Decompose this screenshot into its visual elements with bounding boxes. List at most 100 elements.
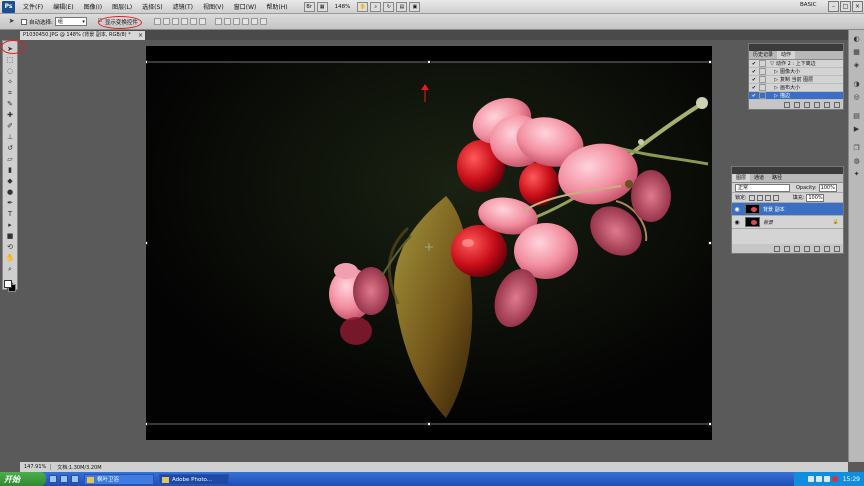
transform-handle-bottom-left[interactable]	[146, 422, 148, 426]
link-layers-icon[interactable]	[774, 245, 780, 252]
align-vcenter-icon[interactable]	[162, 18, 170, 25]
healing-brush-tool-icon[interactable]: ✚	[5, 111, 16, 120]
transform-handle-top-right[interactable]	[708, 60, 712, 64]
align-hcenter-icon[interactable]	[189, 18, 197, 25]
fill-input[interactable]: 100%	[806, 193, 825, 202]
zoom-level-dropdown[interactable]: 148%	[335, 4, 351, 10]
distribute-hcenter-icon[interactable]	[250, 18, 258, 25]
auto-select-dropdown[interactable]: 组	[54, 17, 87, 26]
trash-icon[interactable]	[834, 245, 840, 252]
transform-handle-top-left[interactable]	[146, 60, 148, 64]
menu-select[interactable]: 选择(S)	[137, 2, 168, 11]
hand-tool-icon[interactable]: ✋	[357, 1, 369, 12]
expand-triangle-icon[interactable]: ▽	[768, 61, 776, 67]
action-toggle-check[interactable]: ✔	[749, 77, 759, 83]
lock-transparency-icon[interactable]	[748, 194, 755, 201]
expand-triangle-icon[interactable]: ▷	[772, 69, 780, 75]
expand-triangle-icon[interactable]: ▷	[772, 93, 780, 99]
layer-mask-icon[interactable]	[794, 245, 800, 252]
shape-tool-icon[interactable]: ■	[5, 232, 16, 241]
action-toggle-check[interactable]: ✔	[749, 85, 759, 91]
layers-panel-icon[interactable]: ❐	[852, 144, 861, 153]
distribute-right-icon[interactable]	[259, 18, 267, 25]
status-document-size[interactable]: 文档:1.30M/3.20M	[51, 464, 107, 471]
taskbar-item-photoshop[interactable]: Adobe Photo...	[159, 473, 229, 485]
foreground-color-swatch[interactable]	[4, 280, 12, 288]
folder-icon[interactable]	[71, 475, 79, 483]
show-desktop-icon[interactable]	[49, 475, 57, 483]
new-set-icon[interactable]	[814, 101, 820, 108]
rotate-view-icon[interactable]: ↻	[383, 1, 395, 12]
type-tool-icon[interactable]: T	[5, 210, 16, 219]
history-panel-icon[interactable]: ▤	[852, 112, 861, 121]
lock-pixels-icon[interactable]	[756, 194, 763, 201]
transform-handle-bottom-right[interactable]	[708, 422, 712, 426]
menu-edit[interactable]: 编辑(E)	[48, 2, 78, 11]
styles-panel-icon[interactable]: ◈	[852, 61, 861, 70]
pen-tool-icon[interactable]: ✒	[5, 199, 16, 208]
tab-close-icon[interactable]: ×	[138, 31, 143, 40]
distribute-top-icon[interactable]	[214, 18, 222, 25]
action-row[interactable]: ✔ ▷ 复制 当前 图层	[749, 76, 843, 84]
move-tool-preset-icon[interactable]: ➤	[6, 17, 17, 26]
screen-mode-icon[interactable]: ▣	[409, 1, 421, 12]
taskbar-item-folder[interactable]: 枫叶卫浴	[84, 473, 154, 485]
crop-tool-icon[interactable]: ⌗	[5, 89, 16, 98]
workspace-switcher[interactable]: BASIC	[800, 2, 817, 8]
tab-channels[interactable]: 通道	[750, 174, 768, 182]
path-selection-tool-icon[interactable]: ▸	[5, 221, 16, 230]
tab-actions[interactable]: 动作	[777, 51, 796, 59]
transform-handle-bottom-center[interactable]	[427, 422, 431, 426]
auto-select-checkbox[interactable]	[21, 18, 27, 25]
action-toggle-check[interactable]: ✔	[749, 93, 759, 99]
adjustment-layer-icon[interactable]	[804, 245, 810, 252]
new-layer-icon[interactable]	[824, 245, 830, 252]
eraser-tool-icon[interactable]: ▱	[5, 155, 16, 164]
start-button[interactable]: 开始	[0, 472, 46, 486]
new-group-icon[interactable]	[814, 245, 820, 252]
bridge-icon[interactable]: Br	[303, 1, 315, 12]
swatches-panel-icon[interactable]: ▦	[852, 48, 861, 57]
action-dialog-toggle[interactable]	[759, 60, 766, 67]
action-toggle-check[interactable]: ✔	[749, 69, 759, 75]
transform-handle-middle-left[interactable]	[146, 241, 148, 245]
panel-header[interactable]	[749, 44, 843, 51]
minimize-icon[interactable]: –	[828, 1, 839, 12]
dodge-tool-icon[interactable]: ●	[5, 188, 16, 197]
network-icon[interactable]	[807, 476, 814, 482]
layer-row-selected[interactable]: ◉ 背景 副本	[732, 203, 843, 216]
action-row[interactable]: ✔ ▷ 画布大小	[749, 84, 843, 92]
masks-panel-icon[interactable]: ◎	[852, 93, 861, 102]
document-tab[interactable]: P1030450.JPG @ 148% (背景 副本, RGB/8) * ×	[20, 31, 145, 40]
new-action-icon[interactable]	[824, 101, 830, 108]
panel-header[interactable]	[732, 167, 843, 174]
magic-wand-tool-icon[interactable]: ✧	[5, 78, 16, 87]
blend-mode-dropdown[interactable]: 正常	[735, 183, 790, 192]
marquee-tool-icon[interactable]: ⬚	[5, 56, 16, 65]
transform-handle-top-center[interactable]	[427, 60, 431, 64]
action-toggle-check[interactable]: ✔	[749, 61, 759, 67]
action-row-selected[interactable]: ✔ ▷ 描边	[749, 92, 843, 100]
hand-tool-icon[interactable]: ✋	[5, 254, 16, 263]
menu-help[interactable]: 帮助(H)	[261, 2, 292, 11]
menu-filter[interactable]: 滤镜(T)	[168, 2, 198, 11]
distribute-left-icon[interactable]	[241, 18, 249, 25]
menu-image[interactable]: 图像(I)	[79, 2, 107, 11]
history-brush-tool-icon[interactable]: ↺	[5, 144, 16, 153]
action-dialog-toggle[interactable]	[759, 84, 766, 91]
gradient-tool-icon[interactable]: ▮	[5, 166, 16, 175]
clone-stamp-tool-icon[interactable]: ⊥	[5, 133, 16, 142]
align-left-icon[interactable]	[180, 18, 188, 25]
menu-layer[interactable]: 图层(L)	[107, 2, 137, 11]
action-row[interactable]: ✔ ▷ 图像大小	[749, 68, 843, 76]
align-bottom-icon[interactable]	[171, 18, 179, 25]
browser-icon[interactable]	[60, 475, 68, 483]
brush-tool-icon[interactable]: ✐	[5, 122, 16, 131]
layer-style-icon[interactable]	[784, 245, 790, 252]
view-extras-icon[interactable]: ▦	[316, 1, 328, 12]
lasso-tool-icon[interactable]: ◌	[5, 67, 16, 76]
action-dialog-toggle[interactable]	[759, 68, 766, 75]
zoom-tool-icon[interactable]: ⌕	[370, 1, 382, 12]
tab-history[interactable]: 历史记录	[749, 51, 777, 59]
volume-icon[interactable]	[815, 476, 822, 482]
